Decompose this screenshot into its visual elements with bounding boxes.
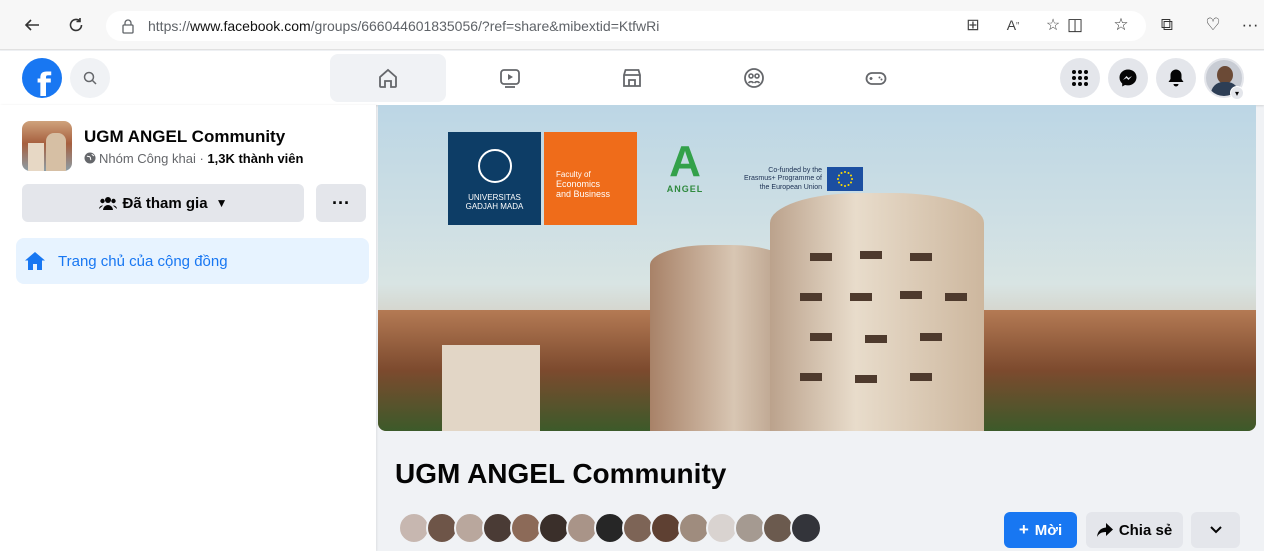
ugm-line1: UNIVERSITAS	[468, 193, 521, 202]
ugm-line2: GADJAH MADA	[465, 202, 524, 211]
favorites-icon[interactable]: ☆	[1098, 10, 1144, 40]
feb-line2: Economics	[556, 179, 601, 189]
campus-building-mid	[650, 245, 790, 431]
menu-grid-icon	[1072, 70, 1088, 86]
tab-marketplace[interactable]	[574, 54, 690, 102]
marketplace-icon	[623, 69, 641, 87]
back-icon[interactable]	[16, 9, 48, 41]
feb-line3: and Business	[556, 189, 611, 199]
home-filled-icon	[25, 252, 45, 270]
split-screen-icon[interactable]: ◫	[1052, 10, 1098, 40]
tab-groups[interactable]	[696, 54, 812, 102]
home-icon	[379, 68, 397, 88]
chevron-down-icon[interactable]: ▾	[1230, 86, 1244, 100]
facebook-header: f ▾	[0, 51, 1264, 105]
share-arrow-icon	[1096, 523, 1113, 537]
angel-word: ANGEL	[666, 184, 704, 194]
url-prefix: https://	[148, 18, 191, 34]
read-aloud-icon[interactable]: Aꞌꞌ	[1002, 15, 1024, 35]
eu-cofunded-text: Co-funded by the Erasmus+ Programme of t…	[744, 167, 822, 191]
more-options-button[interactable]: ···	[316, 184, 366, 222]
tab-gaming[interactable]	[818, 54, 934, 102]
messenger-button[interactable]	[1108, 58, 1148, 98]
tab-video[interactable]	[452, 54, 568, 102]
feb-line1: Faculty of	[556, 170, 591, 179]
campus-building-left	[442, 345, 540, 431]
group-meta: Nhóm Công khai · 1,3K thành viên	[84, 151, 303, 166]
joined-label: Đã tham gia	[122, 194, 208, 212]
caret-down-icon: ▼	[215, 196, 228, 210]
app-available-icon[interactable]: ⊞	[962, 15, 984, 35]
lock-icon[interactable]	[120, 18, 136, 34]
browser-essentials-icon[interactable]: ♡	[1190, 10, 1236, 40]
campus-building-tower	[770, 193, 984, 431]
menu-grid-button[interactable]	[1060, 58, 1100, 98]
members-icon	[98, 197, 117, 210]
refresh-icon[interactable]	[60, 9, 92, 41]
member-avatars[interactable]	[398, 512, 822, 544]
angel-logo: A ANGEL	[651, 132, 719, 228]
angel-letter: A	[669, 137, 701, 186]
members-count[interactable]: 1,3K thành viên	[207, 151, 303, 166]
sidebar-item-community-home[interactable]: Trang chủ của cộng đồng	[16, 238, 369, 284]
facebook-logo[interactable]: f	[22, 58, 62, 98]
more-icon[interactable]: ···	[1236, 10, 1264, 40]
url-host: www.facebook.com	[190, 18, 311, 34]
eu-flag-icon	[827, 167, 863, 191]
main-nav	[330, 51, 940, 105]
messenger-icon	[1119, 69, 1137, 87]
privacy-text: Nhóm Công khai ·	[99, 151, 208, 166]
collections-icon[interactable]: ⧉	[1144, 10, 1190, 40]
search-icon	[83, 71, 97, 85]
tab-home[interactable]	[330, 54, 446, 102]
invite-button[interactable]: + Mời	[1004, 512, 1077, 548]
browser-toolbar: https://www.facebook.com/groups/66604460…	[0, 0, 1264, 50]
group-sidebar: UGM ANGEL Community Nhóm Công khai · 1,3…	[0, 105, 376, 551]
share-label: Chia sẻ	[1118, 521, 1173, 539]
search-button[interactable]	[70, 58, 110, 98]
notifications-icon	[1168, 69, 1184, 87]
feb-logo: Faculty of Economics and Business	[544, 132, 637, 225]
invite-label: Mời	[1034, 521, 1063, 539]
member-avatar[interactable]	[790, 512, 822, 544]
notifications-button[interactable]	[1156, 58, 1196, 98]
cover-photo[interactable]: UNIVERSITAS GADJAH MADA Faculty of Econo…	[378, 105, 1256, 431]
group-thumbnail[interactable]	[22, 121, 72, 171]
groups-icon	[744, 68, 764, 88]
group-name[interactable]: UGM ANGEL Community	[84, 127, 285, 147]
ugm-seal-icon	[477, 149, 512, 183]
ugm-logo: UNIVERSITAS GADJAH MADA	[448, 132, 541, 225]
url-path: /groups/666044601835056/?ref=share&mibex…	[310, 18, 660, 34]
sidebar-item-label: Trang chủ của cộng đồng	[58, 252, 228, 270]
video-icon	[500, 69, 520, 88]
globe-icon	[84, 152, 96, 164]
joined-button[interactable]: Đã tham gia ▼	[22, 184, 304, 222]
plus-icon: +	[1018, 520, 1029, 539]
share-button[interactable]: Chia sẻ	[1086, 512, 1183, 548]
more-options-label: ···	[332, 192, 350, 213]
gaming-icon	[865, 72, 887, 85]
more-actions-button[interactable]	[1191, 512, 1240, 548]
page-title[interactable]: UGM ANGEL Community	[395, 458, 726, 490]
chevron-down-icon	[1209, 526, 1222, 534]
